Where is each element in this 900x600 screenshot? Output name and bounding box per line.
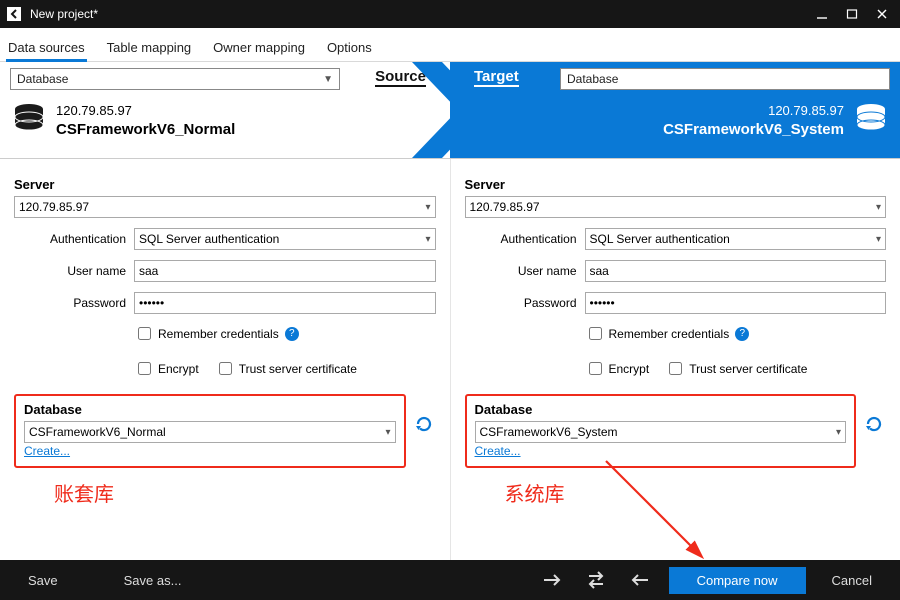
target-server-value: 120.79.85.97 bbox=[470, 200, 540, 214]
source-type-value: Database bbox=[17, 72, 68, 86]
swap-button[interactable] bbox=[583, 567, 609, 593]
annotation-arrow-icon bbox=[601, 456, 711, 566]
trust-label: Trust server certificate bbox=[239, 362, 357, 376]
arrow-right-button[interactable] bbox=[539, 567, 565, 593]
tab-label: Table mapping bbox=[107, 40, 192, 55]
chevron-down-icon: ▾ bbox=[876, 202, 881, 213]
main-tabs: Data sources Table mapping Owner mapping… bbox=[0, 28, 900, 62]
pass-label: Password bbox=[465, 296, 585, 310]
chevron-down-icon: ▾ bbox=[836, 427, 841, 438]
source-target-band: Database ▼ Source 120.79.85.97 CSFramewo… bbox=[0, 62, 900, 158]
source-trust-check[interactable]: Trust server certificate bbox=[215, 359, 357, 378]
target-database-value: CSFrameworkV6_System bbox=[480, 425, 618, 439]
source-heading: Source bbox=[375, 68, 426, 87]
source-server-select[interactable]: 120.79.85.97 ▾ bbox=[14, 196, 436, 218]
tab-owner-mapping[interactable]: Owner mapping bbox=[211, 34, 307, 61]
target-user-input[interactable] bbox=[585, 260, 887, 282]
chevron-down-icon: ▾ bbox=[876, 234, 881, 245]
target-remember-check[interactable]: Remember credentials? bbox=[585, 324, 750, 343]
target-column: Server 120.79.85.97▾ AuthenticationSQL S… bbox=[450, 159, 900, 560]
source-database-box: Database CSFrameworkV6_Normal ▾ Create... bbox=[14, 394, 406, 468]
target-db-label: CSFrameworkV6_System bbox=[663, 120, 844, 140]
encrypt-label: Encrypt bbox=[609, 362, 650, 376]
source-encrypt-check[interactable]: Encrypt bbox=[134, 359, 199, 378]
source-type-select[interactable]: Database ▼ bbox=[10, 68, 340, 90]
target-type-value: Database bbox=[567, 72, 618, 86]
source-db-label: CSFrameworkV6_Normal bbox=[56, 120, 235, 140]
user-label: User name bbox=[14, 264, 134, 278]
database-heading: Database bbox=[24, 402, 396, 417]
target-create-link[interactable]: Create... bbox=[475, 444, 521, 458]
source-create-link[interactable]: Create... bbox=[24, 444, 70, 458]
target-pass-input[interactable] bbox=[585, 292, 887, 314]
database-icon bbox=[10, 100, 48, 138]
target-refresh-button[interactable] bbox=[862, 412, 886, 436]
help-icon[interactable]: ? bbox=[285, 327, 299, 341]
tab-data-sources[interactable]: Data sources bbox=[6, 34, 87, 61]
source-database-value: CSFrameworkV6_Normal bbox=[29, 425, 166, 439]
connection-forms: Server 120.79.85.97▾ AuthenticationSQL S… bbox=[0, 158, 900, 560]
chevron-down-icon: ▾ bbox=[425, 234, 430, 245]
target-auth-select[interactable]: SQL Server authentication ▾ bbox=[585, 228, 887, 250]
tab-label: Data sources bbox=[8, 40, 85, 55]
tab-label: Owner mapping bbox=[213, 40, 305, 55]
titlebar: New project* bbox=[0, 0, 900, 28]
maximize-button[interactable] bbox=[846, 8, 858, 20]
target-server-select[interactable]: 120.79.85.97 ▾ bbox=[465, 196, 887, 218]
source-server-value: 120.79.85.97 bbox=[19, 200, 89, 214]
target-type-select[interactable]: Database ▼ bbox=[560, 68, 890, 90]
source-refresh-button[interactable] bbox=[412, 412, 436, 436]
target-server-label: 120.79.85.97 bbox=[663, 102, 844, 120]
chevron-down-icon: ▼ bbox=[873, 74, 883, 85]
source-database-select[interactable]: CSFrameworkV6_Normal ▾ bbox=[24, 421, 396, 443]
database-icon bbox=[852, 100, 890, 138]
app-logo bbox=[6, 6, 22, 22]
close-button[interactable] bbox=[876, 8, 888, 20]
minimize-button[interactable] bbox=[816, 8, 828, 20]
server-heading: Server bbox=[465, 177, 887, 192]
target-heading: Target bbox=[474, 68, 519, 87]
source-annotation: 账套库 bbox=[14, 478, 436, 507]
target-database-select[interactable]: CSFrameworkV6_System ▾ bbox=[475, 421, 847, 443]
bottom-toolbar: Save Save as... Compare now Cancel bbox=[0, 560, 900, 600]
target-trust-check[interactable]: Trust server certificate bbox=[665, 359, 807, 378]
source-server-label: 120.79.85.97 bbox=[56, 102, 235, 120]
tab-options[interactable]: Options bbox=[325, 34, 374, 61]
source-user-input[interactable] bbox=[134, 260, 436, 282]
remember-label: Remember credentials bbox=[158, 327, 279, 341]
source-auth-select[interactable]: SQL Server authentication ▾ bbox=[134, 228, 436, 250]
chevron-down-icon: ▾ bbox=[425, 202, 430, 213]
target-encrypt-check[interactable]: Encrypt bbox=[585, 359, 650, 378]
target-annotation: 系统库 bbox=[465, 478, 887, 507]
save-button[interactable]: Save bbox=[10, 567, 76, 594]
tab-label: Options bbox=[327, 40, 372, 55]
trust-label: Trust server certificate bbox=[689, 362, 807, 376]
arrow-left-button[interactable] bbox=[627, 567, 653, 593]
source-pass-input[interactable] bbox=[134, 292, 436, 314]
save-as-button[interactable]: Save as... bbox=[106, 567, 200, 594]
chevron-down-icon: ▼ bbox=[323, 74, 333, 85]
pass-label: Password bbox=[14, 296, 134, 310]
auth-label: Authentication bbox=[465, 232, 585, 246]
database-heading: Database bbox=[475, 402, 847, 417]
target-database-box: Database CSFrameworkV6_System ▾ Create... bbox=[465, 394, 857, 468]
auth-label: Authentication bbox=[14, 232, 134, 246]
compare-button[interactable]: Compare now bbox=[669, 567, 806, 594]
source-remember-check[interactable]: Remember credentials? bbox=[134, 324, 299, 343]
save-as-label: Save as... bbox=[124, 573, 182, 588]
source-column: Server 120.79.85.97▾ AuthenticationSQL S… bbox=[0, 159, 450, 560]
source-auth-value: SQL Server authentication bbox=[139, 232, 279, 246]
window-title: New project* bbox=[30, 7, 816, 21]
encrypt-label: Encrypt bbox=[158, 362, 199, 376]
server-heading: Server bbox=[14, 177, 436, 192]
cancel-button[interactable]: Cancel bbox=[814, 567, 890, 594]
remember-label: Remember credentials bbox=[609, 327, 730, 341]
target-auth-value: SQL Server authentication bbox=[590, 232, 730, 246]
tab-table-mapping[interactable]: Table mapping bbox=[105, 34, 194, 61]
help-icon[interactable]: ? bbox=[735, 327, 749, 341]
user-label: User name bbox=[465, 264, 585, 278]
chevron-down-icon: ▾ bbox=[385, 427, 390, 438]
